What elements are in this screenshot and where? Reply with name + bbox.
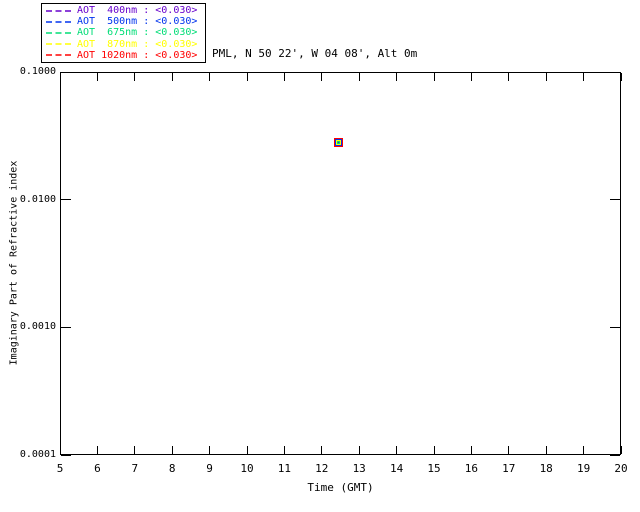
x-tick-label: 18 [539, 462, 553, 475]
x-tick-label: 10 [240, 462, 254, 475]
legend-entry-label: AOT 870nm : <0.030> [77, 38, 198, 50]
x-tick-mark-top [134, 73, 136, 81]
data-point-marker [334, 132, 344, 148]
x-tick-mark [96, 446, 98, 454]
legend-entry-aot-870nm: AOT 870nm : <0.030> [46, 39, 201, 50]
legend-entry-aot-1020nm: AOT 1020nm : <0.030> [46, 50, 201, 61]
x-tick-label: 15 [427, 462, 441, 475]
legend-entry-label: AOT 675nm : <0.030> [77, 27, 198, 39]
legend-dash-line-icon [46, 32, 72, 34]
y-tick-label: 0.0001 [19, 449, 56, 460]
x-tick-mark-top [283, 73, 285, 81]
y-axis-title: Imaginary Part of Refractive index [8, 160, 20, 366]
y-tick-mark-right [610, 199, 620, 201]
x-tick-mark [508, 446, 510, 454]
x-tick-label: 7 [131, 462, 139, 475]
x-axis-title: Time (GMT) [307, 481, 374, 494]
x-tick-mark-top [583, 73, 585, 81]
x-tick-label: 19 [576, 462, 591, 475]
x-tick-mark [134, 446, 136, 454]
x-tick-label: 14 [389, 462, 404, 475]
plot-canvas: AOT 400nm : <0.030> AOT 500nm : <0.030> AO… [0, 0, 640, 512]
y-tick-mark [61, 199, 71, 201]
y-tick-mark-right [610, 326, 620, 328]
y-tick-label: 0.0010 [19, 321, 56, 333]
x-tick-mark-top [433, 73, 435, 81]
x-tick-mark-top [59, 73, 61, 81]
x-tick-mark [59, 446, 61, 454]
y-tick-mark-right [610, 454, 620, 456]
x-tick-mark [171, 446, 173, 454]
x-tick-label: 9 [206, 462, 213, 475]
x-tick-label: 8 [168, 462, 176, 475]
legend-entry-label: AOT 500nm : <0.030> [77, 16, 198, 28]
x-tick-mark [246, 446, 248, 454]
header-location: PML, N 50 22', W 04 08', Alt 0m [212, 47, 418, 60]
x-tick-label: 13 [352, 462, 366, 475]
x-tick-label: 16 [464, 462, 479, 475]
x-tick-mark [470, 446, 472, 454]
x-tick-mark-top [246, 73, 248, 81]
x-tick-label: 11 [277, 462, 292, 475]
x-tick-mark-top [620, 73, 622, 81]
plot-area [60, 72, 621, 455]
x-tick-mark-top [396, 73, 398, 81]
x-tick-mark [545, 446, 547, 454]
x-tick-mark [283, 446, 285, 454]
legend-dash-line-icon [46, 20, 72, 23]
y-tick-label: 0.0100 [19, 193, 56, 205]
x-tick-label: 12 [315, 462, 329, 475]
legend-dash-line-icon [46, 43, 72, 45]
y-tick-mark [61, 326, 71, 328]
x-tick-mark [321, 446, 323, 454]
x-tick-mark [433, 446, 435, 454]
x-tick-mark [620, 446, 622, 454]
x-tick-mark-top [321, 73, 323, 81]
legend-entry-aot-500nm: AOT 500nm : <0.030> [46, 16, 201, 27]
x-tick-mark [396, 446, 398, 454]
x-tick-mark-top [545, 73, 547, 81]
y-tick-mark [61, 454, 71, 456]
x-tick-label: 6 [94, 462, 101, 475]
x-tick-mark-top [171, 73, 173, 81]
legend-entry-aot-675nm: AOT 675nm : <0.030> [46, 27, 201, 38]
x-tick-mark-top [209, 73, 211, 81]
y-tick-label: 0.1000 [19, 66, 56, 77]
legend-dash-line-icon [46, 54, 72, 57]
legend-entry-label: AOT 400nm : <0.030> [77, 5, 198, 17]
x-tick-mark-top [508, 73, 510, 81]
legend-box: AOT 400nm : <0.030> AOT 500nm : <0.030> AO… [41, 3, 206, 63]
legend-entry-aot-400nm: AOT 400nm : <0.030> [46, 5, 201, 16]
x-tick-mark [358, 446, 360, 454]
y-tick-mark [61, 71, 71, 73]
x-tick-label: 5 [56, 462, 64, 475]
x-tick-mark [583, 446, 585, 454]
x-tick-label: 20 [614, 462, 628, 475]
x-tick-label: 17 [502, 462, 516, 475]
legend-entry-label: AOT 1020nm : <0.030> [77, 49, 198, 61]
x-tick-mark-top [358, 73, 360, 81]
x-tick-mark-top [470, 73, 472, 81]
x-tick-mark-top [96, 73, 98, 81]
y-tick-mark-right [610, 71, 620, 73]
legend-dash-line-icon [46, 9, 72, 12]
x-tick-mark [209, 446, 211, 454]
